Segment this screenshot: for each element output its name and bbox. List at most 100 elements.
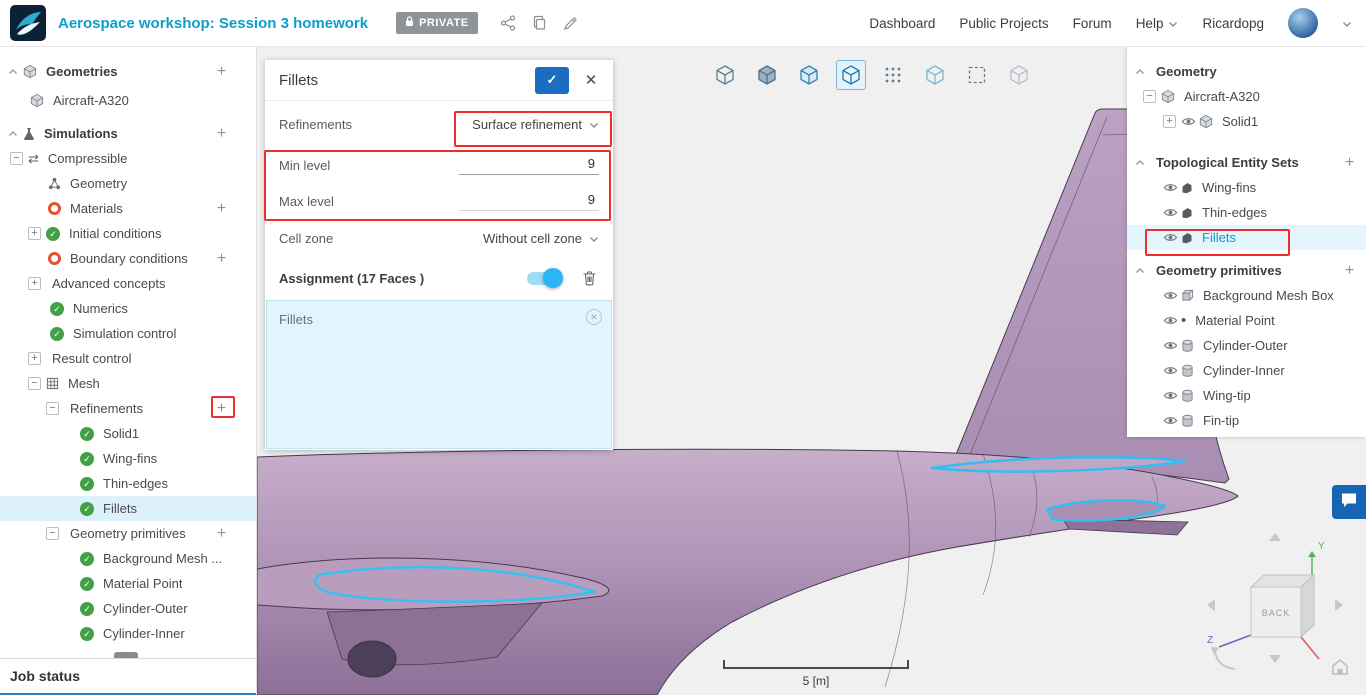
eye-icon[interactable] [1163, 390, 1178, 401]
eye-icon[interactable] [1163, 315, 1178, 326]
tree-item-numerics[interactable]: ✓ Numerics [0, 296, 256, 321]
expand-toggle-icon[interactable]: + [28, 227, 41, 240]
refinement-type-dropdown[interactable]: Surface refinement [472, 117, 599, 132]
tree-item-geometry-primitives[interactable]: − Geometry primitives + [0, 521, 256, 546]
collapse-caret-icon[interactable] [8, 130, 18, 137]
delete-assignment-icon[interactable] [580, 268, 599, 288]
edit-icon[interactable] [563, 16, 578, 31]
tree-item-initial-conditions[interactable]: + ✓ Initial conditions [0, 221, 256, 246]
tree-item-fin-tip[interactable]: Fin-tip [1127, 408, 1366, 433]
tree-item-geometries[interactable]: Geometries + [0, 59, 256, 84]
tree-item-geometry[interactable]: Geometry [0, 171, 256, 196]
collapse-toggle-icon[interactable]: − [10, 152, 23, 165]
tree-item-aircraft-a320[interactable]: Aircraft-A320 [0, 88, 256, 113]
tree-item-simulations[interactable]: Simulations + [0, 121, 256, 146]
add-button[interactable]: + [213, 200, 230, 218]
copy-icon[interactable] [532, 15, 547, 31]
view-mesh-off-button[interactable] [1004, 60, 1034, 90]
collapse-toggle-icon[interactable]: − [1143, 90, 1156, 103]
view-transparent-button[interactable] [920, 60, 950, 90]
home-icon[interactable] [1332, 659, 1348, 675]
tree-item-result-control[interactable]: + Result control [0, 346, 256, 371]
tree-item-thin-edges[interactable]: Thin-edges [1127, 200, 1366, 225]
navcube-body[interactable]: BACK [1249, 573, 1316, 639]
assignment-selection-area[interactable]: Fillets ✕ [266, 300, 612, 449]
tree-item-solid1[interactable]: + Solid1 [1127, 109, 1366, 134]
add-button[interactable]: + [1341, 154, 1358, 172]
collapse-caret-icon[interactable] [1135, 68, 1145, 75]
tree-item-advanced-concepts[interactable]: + Advanced concepts [0, 271, 256, 296]
tree-item-compressible[interactable]: − ⇄ Compressible [0, 146, 256, 171]
collapse-caret-icon[interactable] [1135, 159, 1145, 166]
tree-item-material-point[interactable]: ✓ Material Point [0, 571, 256, 596]
account-chevron-icon[interactable] [1342, 16, 1352, 31]
view-shaded-edges-button[interactable] [794, 60, 824, 90]
view-vertices-button[interactable] [878, 60, 908, 90]
collapse-toggle-icon[interactable]: − [46, 402, 59, 415]
tree-item-wing-fins[interactable]: ✓ Wing-fins [0, 446, 256, 471]
nav-forum[interactable]: Forum [1073, 16, 1112, 31]
eye-icon[interactable] [1163, 290, 1178, 301]
tree-item-mesh[interactable]: − Mesh [0, 371, 256, 396]
share-icon[interactable] [500, 15, 516, 31]
tree-item-geometry-primitives[interactable]: Geometry primitives + [1127, 258, 1366, 283]
eye-icon[interactable] [1163, 232, 1178, 243]
eye-icon[interactable] [1163, 365, 1178, 376]
tree-item-background-mesh[interactable]: ✓ Background Mesh ... [0, 546, 256, 571]
navcube-down-arrow[interactable] [1269, 655, 1281, 663]
nav-username[interactable]: Ricardopg [1202, 16, 1264, 31]
tree-item-background-mesh-box[interactable]: Background Mesh Box [1127, 283, 1366, 308]
add-button[interactable]: + [213, 250, 230, 268]
add-button[interactable]: + [1341, 262, 1358, 280]
tree-item-thin-edges[interactable]: ✓ Thin-edges [0, 471, 256, 496]
min-level-input[interactable]: 9 [459, 156, 599, 175]
box-select-button[interactable] [962, 60, 992, 90]
tree-item-cylinder-inner[interactable]: Cylinder-Inner [1127, 358, 1366, 383]
collapse-toggle-icon[interactable]: − [28, 377, 41, 390]
user-avatar[interactable] [1288, 8, 1318, 38]
assignment-toggle[interactable] [527, 267, 563, 288]
tree-item-materials[interactable]: Materials + [0, 196, 256, 221]
tree-item-refinements[interactable]: − Refinements + [0, 396, 256, 421]
eye-icon[interactable] [1163, 207, 1178, 218]
nav-help[interactable]: Help [1136, 16, 1179, 31]
chat-button[interactable] [1332, 485, 1366, 519]
tree-item-boundary-conditions[interactable]: Boundary conditions + [0, 246, 256, 271]
add-button[interactable]: + [213, 525, 230, 543]
collapse-caret-icon[interactable] [1135, 267, 1145, 274]
job-status-bar[interactable]: Job status [0, 658, 256, 695]
add-button[interactable]: + [213, 63, 230, 81]
tree-item-material-point[interactable]: • Material Point [1127, 308, 1366, 333]
tree-item-wing-fins[interactable]: Wing-fins [1127, 175, 1366, 200]
cell-zone-dropdown[interactable]: Without cell zone [483, 231, 599, 246]
add-button[interactable]: + [213, 125, 230, 143]
apply-button[interactable]: ✓ [535, 66, 569, 94]
tree-item-cylinder-inner[interactable]: ✓ Cylinder-Inner [0, 621, 256, 646]
app-logo-icon[interactable] [10, 5, 46, 41]
remove-assignment-icon[interactable]: ✕ [586, 309, 602, 325]
nav-public-projects[interactable]: Public Projects [959, 16, 1048, 31]
close-panel-button[interactable]: ✕ [577, 67, 605, 94]
navcube-roll-left-arrow[interactable] [1211, 647, 1236, 670]
tree-item-solid1[interactable]: ✓ Solid1 [0, 421, 256, 446]
tree-item-geometry[interactable]: Geometry [1127, 59, 1366, 84]
expand-toggle-icon[interactable]: + [28, 277, 41, 290]
navcube-up-arrow[interactable] [1269, 533, 1281, 541]
eye-icon[interactable] [1181, 116, 1196, 127]
navcube-left-arrow[interactable] [1207, 599, 1215, 611]
add-button[interactable]: + [213, 400, 230, 418]
nav-dashboard[interactable]: Dashboard [869, 16, 935, 31]
collapse-caret-icon[interactable] [8, 68, 18, 75]
tree-item-cylinder-outer[interactable]: ✓ Cylinder-Outer [0, 596, 256, 621]
tree-item-fillets[interactable]: Fillets [1127, 225, 1366, 250]
tree-item-topological-entity-sets[interactable]: Topological Entity Sets + [1127, 150, 1366, 175]
expand-toggle-icon[interactable]: + [28, 352, 41, 365]
tree-item-fillets[interactable]: ✓ Fillets [0, 496, 256, 521]
project-title[interactable]: Aerospace workshop: Session 3 homework [58, 15, 368, 32]
eye-icon[interactable] [1163, 340, 1178, 351]
navigation-cube[interactable]: Y Z BACK [1195, 525, 1355, 685]
view-shaded-button[interactable] [752, 60, 782, 90]
navcube-right-arrow[interactable] [1335, 599, 1343, 611]
tree-item-simulation-control[interactable]: ✓ Simulation control [0, 321, 256, 346]
tree-item-cylinder-outer[interactable]: Cylinder-Outer [1127, 333, 1366, 358]
